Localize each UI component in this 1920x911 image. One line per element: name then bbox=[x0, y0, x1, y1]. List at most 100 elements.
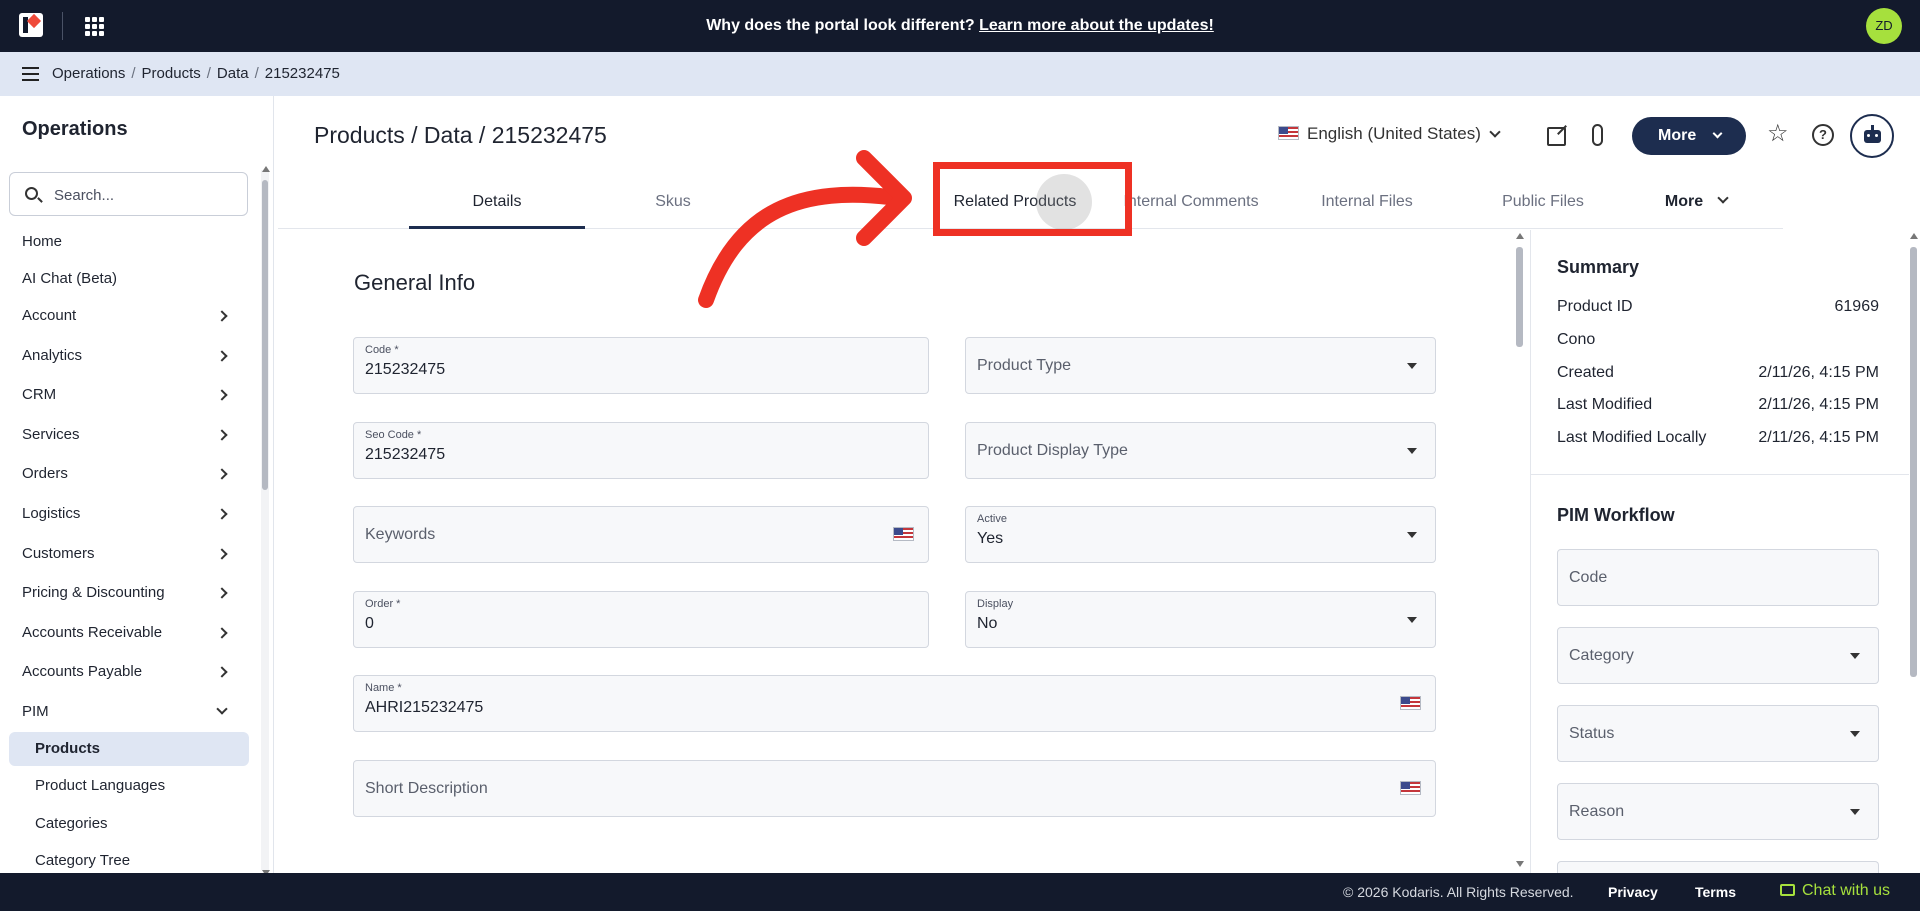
privacy-link[interactable]: Privacy bbox=[1608, 884, 1658, 900]
us-flag-icon bbox=[1278, 126, 1299, 140]
tab-skus[interactable]: Skus bbox=[585, 181, 761, 229]
divider bbox=[1531, 474, 1909, 475]
name-field[interactable]: Name * AHRI215232475 bbox=[353, 675, 1436, 732]
attachment-icon[interactable] bbox=[1592, 124, 1603, 146]
code-field[interactable]: Code * 215232475 bbox=[353, 337, 929, 394]
sidebar-item-customers[interactable]: Customers bbox=[0, 538, 250, 570]
chevron-right-icon bbox=[216, 627, 228, 639]
dropdown-arrow-icon bbox=[1407, 363, 1417, 369]
sidebar-item-account[interactable]: Account bbox=[0, 300, 250, 332]
chat-with-us-button[interactable]: Chat with us bbox=[1780, 882, 1890, 900]
sidebar-scrollbar[interactable] bbox=[261, 166, 270, 873]
workflow-category-select[interactable]: Category bbox=[1557, 627, 1879, 684]
workflow-status-select[interactable]: Status bbox=[1557, 705, 1879, 762]
sidebar-item-analytics[interactable]: Analytics bbox=[0, 340, 250, 372]
sidebar-item-categories[interactable]: Categories bbox=[0, 808, 250, 840]
chevron-right-icon bbox=[216, 548, 228, 560]
summary-row: Created 2/11/26, 4:15 PM bbox=[1557, 364, 1879, 381]
keywords-field[interactable]: Keywords bbox=[353, 506, 929, 563]
dropdown-arrow-icon bbox=[1407, 448, 1417, 454]
product-display-type-select[interactable]: Product Display Type bbox=[965, 422, 1436, 479]
sidebar-item-orders[interactable]: Orders bbox=[0, 458, 250, 490]
workflow-reason-select[interactable]: Reason bbox=[1557, 783, 1879, 840]
sidebar-item-services[interactable]: Services bbox=[0, 419, 250, 451]
product-type-select[interactable]: Product Type bbox=[965, 337, 1436, 394]
summary-row: Cono bbox=[1557, 331, 1596, 348]
us-flag-icon[interactable] bbox=[1400, 696, 1421, 710]
chat-icon bbox=[1780, 884, 1795, 896]
sidebar-item-logistics[interactable]: Logistics bbox=[0, 498, 250, 530]
announcement-banner: Why does the portal look different? Lear… bbox=[0, 0, 1920, 52]
active-select[interactable]: Active Yes bbox=[965, 506, 1436, 563]
summary-row: Product ID 61969 bbox=[1557, 298, 1879, 315]
terms-link[interactable]: Terms bbox=[1695, 884, 1736, 900]
sidebar-item-products[interactable]: Products bbox=[9, 732, 249, 766]
dropdown-arrow-icon bbox=[1850, 809, 1860, 815]
tab-internal-files[interactable]: Internal Files bbox=[1279, 181, 1455, 229]
summary-row: Last Modified 2/11/26, 4:15 PM bbox=[1557, 396, 1879, 413]
section-title: General Info bbox=[354, 270, 476, 295]
search-icon bbox=[25, 187, 38, 200]
sidebar-item-ai-chat[interactable]: AI Chat (Beta) bbox=[0, 263, 250, 295]
tab-more[interactable]: More bbox=[1631, 181, 1761, 229]
breadcrumb-products[interactable]: Products bbox=[142, 65, 201, 82]
seo-code-field[interactable]: Seo Code * 215232475 bbox=[353, 422, 929, 479]
chevron-right-icon bbox=[216, 350, 228, 362]
sidebar-item-accounts-receivable[interactable]: Accounts Receivable bbox=[0, 617, 250, 649]
search-input[interactable] bbox=[54, 183, 234, 207]
tab-public-files[interactable]: Public Files bbox=[1455, 181, 1631, 229]
us-flag-icon[interactable] bbox=[893, 527, 914, 541]
chevron-down-icon bbox=[216, 703, 228, 715]
open-external-icon[interactable] bbox=[1547, 127, 1566, 146]
summary-row: Last Modified Locally 2/11/26, 4:15 PM bbox=[1557, 429, 1879, 446]
sidebar-item-pricing[interactable]: Pricing & Discounting bbox=[0, 577, 250, 609]
footer: © 2026 Kodaris. All Rights Reserved. Pri… bbox=[0, 873, 1920, 911]
order-field[interactable]: Order * 0 bbox=[353, 591, 929, 648]
sidebar-item-home[interactable]: Home bbox=[0, 226, 250, 258]
chevron-right-icon bbox=[216, 666, 228, 678]
dropdown-arrow-icon bbox=[1850, 731, 1860, 737]
sidebar-item-product-languages[interactable]: Product Languages bbox=[0, 770, 250, 802]
chevron-right-icon bbox=[216, 587, 228, 599]
announcement-text: Why does the portal look different? bbox=[706, 17, 980, 34]
chevron-right-icon bbox=[216, 389, 228, 401]
sidebar-item-crm[interactable]: CRM bbox=[0, 379, 250, 411]
short-description-field[interactable]: Short Description bbox=[353, 760, 1436, 817]
sidebar-item-pim[interactable]: PIM bbox=[0, 696, 250, 728]
robot-icon bbox=[1864, 130, 1881, 143]
ai-assistant-button[interactable] bbox=[1850, 114, 1894, 158]
chevron-right-icon bbox=[216, 468, 228, 480]
sidebar-item-category-tree[interactable]: Category Tree bbox=[0, 845, 250, 873]
breadcrumb-bar: Operations / Products / Data/215232475 bbox=[0, 52, 1920, 96]
learn-more-link[interactable]: Learn more about the updates! bbox=[979, 17, 1214, 34]
language-selector[interactable]: English (United States) bbox=[1278, 124, 1501, 144]
display-select[interactable]: Display No bbox=[965, 591, 1436, 648]
chevron-right-icon bbox=[216, 310, 228, 322]
dropdown-arrow-icon bbox=[1850, 653, 1860, 659]
top-bar: Why does the portal look different? Lear… bbox=[0, 0, 1920, 52]
summary-scrollbar[interactable] bbox=[1909, 231, 1918, 871]
breadcrumb-data[interactable]: Data bbox=[217, 65, 249, 82]
chevron-down-icon bbox=[1489, 126, 1501, 138]
workflow-title: PIM Workflow bbox=[1557, 505, 1675, 525]
breadcrumb-operations[interactable]: Operations bbox=[52, 65, 125, 82]
breadcrumb-current: 215232475 bbox=[264, 65, 340, 82]
sidebar-title: Operations bbox=[22, 118, 128, 140]
page-title: Products / Data / 215232475 bbox=[314, 122, 607, 148]
menu-icon[interactable] bbox=[22, 67, 39, 81]
us-flag-icon[interactable] bbox=[1400, 781, 1421, 795]
dropdown-arrow-icon bbox=[1407, 617, 1417, 623]
user-avatar[interactable]: ZD bbox=[1866, 8, 1902, 44]
sidebar-item-accounts-payable[interactable]: Accounts Payable bbox=[0, 656, 250, 688]
sidebar: Operations Home AI Chat (Beta) Account A… bbox=[0, 96, 274, 873]
tab-details[interactable]: Details bbox=[409, 181, 585, 229]
chevron-right-icon bbox=[216, 429, 228, 441]
content-scrollbar[interactable] bbox=[1515, 231, 1524, 871]
help-icon[interactable]: ? bbox=[1812, 124, 1834, 146]
workflow-code-field[interactable]: Code bbox=[1557, 549, 1879, 606]
star-icon[interactable]: ☆ bbox=[1767, 122, 1789, 146]
sidebar-search[interactable] bbox=[9, 172, 248, 216]
more-actions-button[interactable]: More bbox=[1632, 117, 1746, 155]
chevron-down-icon bbox=[1717, 192, 1729, 204]
chevron-down-icon bbox=[1712, 128, 1723, 139]
